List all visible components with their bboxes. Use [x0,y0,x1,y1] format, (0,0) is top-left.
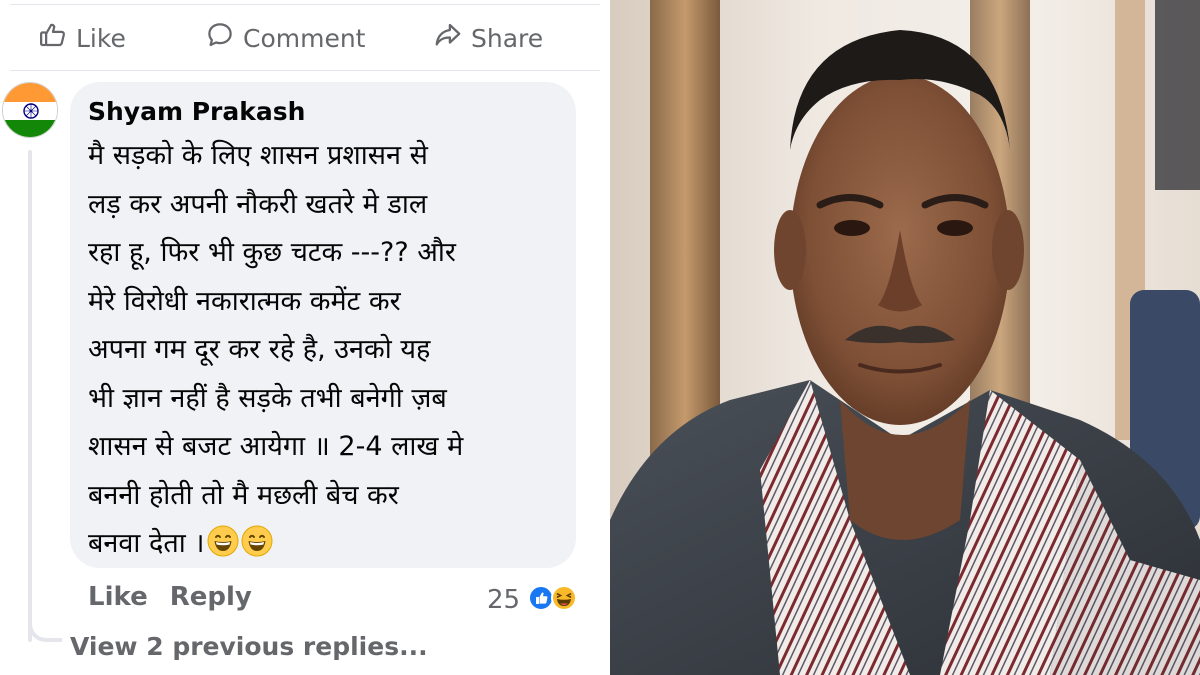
comment-button[interactable]: Comment [205,20,366,56]
comment-text-line: बनवा देता । [88,528,205,559]
comment-text-line: बननी होती तो मै मछली बेच कर [88,479,399,511]
comment-text-line: मेरे विरोधी नकारात्मक कमेंट कर [88,285,401,317]
grinning-face-emoji [241,525,273,557]
comment-text-line: रहा हू, फिर भी कुछ चटक ---?? और [88,237,456,268]
comment-text-line: शासन से बजट आयेगा ॥ 2-4 लाख मे [88,431,464,462]
reply-thread-connector [28,610,62,642]
comment-panel: Like Comment Share Shyam Prakash मै सड़क… [0,0,610,675]
comment-reply-button[interactable]: Reply [170,582,252,618]
comment-bubble: Shyam Prakash मै सड़को के लिए शासन प्रशा… [70,82,576,568]
thumbs-up-icon [38,20,68,56]
divider [10,70,600,71]
avatar[interactable] [2,82,58,138]
comment-text-line: भी ज्ञान नहीं है सड़के तभी बनेगी ज़ब [88,382,447,414]
haha-reaction-icon [551,585,577,611]
grinning-face-emoji [207,525,239,557]
like-button[interactable]: Like [38,20,126,56]
comment-last-line: बनवा देता । [88,520,560,569]
comment-like-button[interactable]: Like [88,582,148,618]
portrait-photo [610,0,1200,675]
share-label: Share [471,23,544,53]
comment-text-line: लड़ कर अपनी नौकरी खतरे मे डाल [88,188,428,220]
share-arrow-icon [433,20,463,56]
share-button[interactable]: Share [433,20,543,56]
comment-text-line: अपना गम दूर कर रहे है, उनको यह [88,334,431,365]
comment-actions: Like Reply [88,582,252,618]
reply-thread-line [28,150,32,642]
reaction-count[interactable]: 25 [487,582,520,618]
reaction-summary[interactable] [528,584,580,612]
comment-label: Comment [243,23,366,53]
view-previous-replies-link[interactable]: View 2 previous replies... [70,632,428,661]
post-action-bar: Like Comment Share [0,0,610,72]
divider [10,4,600,5]
like-label: Like [76,23,126,53]
speech-bubble-icon [205,20,235,56]
comment-text-line: मै सड़को के लिए शासन प्रशासन से [88,140,428,171]
like-reaction-icon [528,585,554,611]
comment-author[interactable]: Shyam Prakash [88,92,560,132]
